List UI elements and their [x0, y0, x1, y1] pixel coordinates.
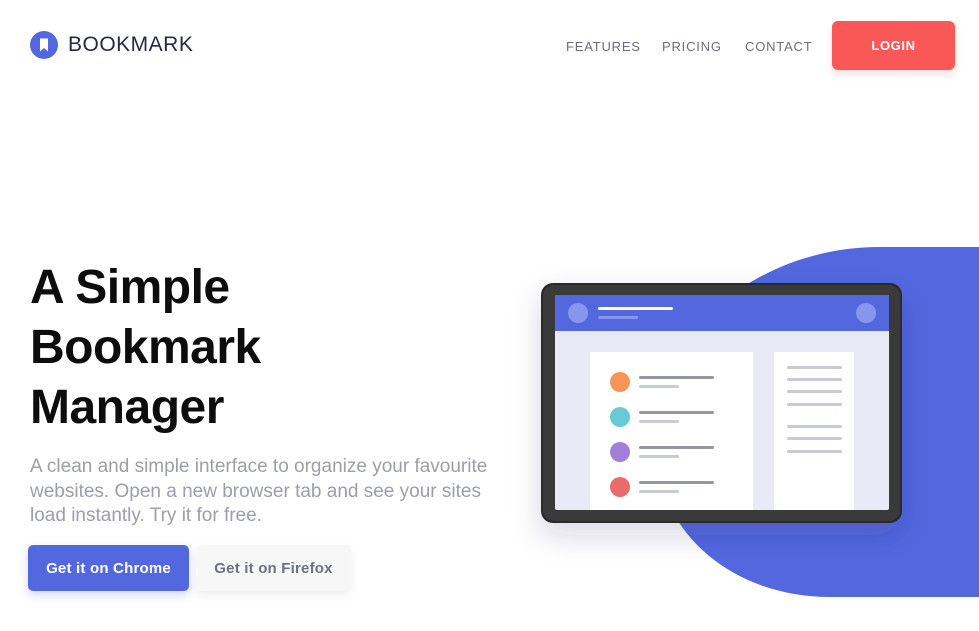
screen-avatar-shape: [568, 303, 588, 323]
bookmark-line-shape: [639, 481, 714, 484]
login-button[interactable]: LOGIN: [832, 21, 955, 70]
get-firefox-button[interactable]: Get it on Firefox: [196, 545, 351, 591]
hero-title: A Simple Bookmark Manager: [30, 258, 450, 438]
brand-name: BOOKMARK: [68, 33, 194, 56]
screen-top-bar: [555, 295, 889, 331]
screen-menu-shape: [856, 303, 876, 323]
bookmark-subline-shape: [639, 385, 679, 388]
bookmark-subline-shape: [639, 455, 679, 458]
tablet-frame: [541, 283, 902, 523]
hero-title-line: Manager: [30, 381, 224, 434]
bookmark-subline-shape: [639, 490, 679, 493]
site-header: BOOKMARK FEATURES PRICING CONTACT LOGIN: [0, 0, 979, 92]
bookmark-icon: [30, 31, 58, 59]
bookmark-dot-shape: [610, 407, 630, 427]
nav-link-pricing[interactable]: PRICING: [662, 37, 722, 57]
bookmark-dot-shape: [610, 372, 630, 392]
get-chrome-button[interactable]: Get it on Chrome: [28, 545, 189, 591]
bookmark-dot-shape: [610, 477, 630, 497]
bookmark-subline-shape: [639, 420, 679, 423]
bookmark-line-shape: [639, 411, 714, 414]
bookmark-dot-shape: [610, 442, 630, 462]
hero-description: A clean and simple interface to organize…: [30, 456, 488, 526]
sidebar-card: [774, 352, 854, 510]
nav-link-contact[interactable]: CONTACT: [745, 37, 812, 57]
background-blob-shape: [655, 247, 979, 597]
hero-title-line: A Simple: [30, 261, 230, 314]
landing-page: BOOKMARK FEATURES PRICING CONTACT LOGIN …: [0, 0, 979, 631]
brand-logo[interactable]: BOOKMARK: [30, 30, 193, 60]
bookmark-line-shape: [639, 376, 714, 379]
bookmark-list-card: [590, 352, 753, 510]
hero-title-line: Bookmark: [30, 321, 261, 374]
nav-link-features[interactable]: FEATURES: [566, 37, 641, 57]
tablet-screen: [555, 295, 889, 510]
bookmark-line-shape: [639, 446, 714, 449]
